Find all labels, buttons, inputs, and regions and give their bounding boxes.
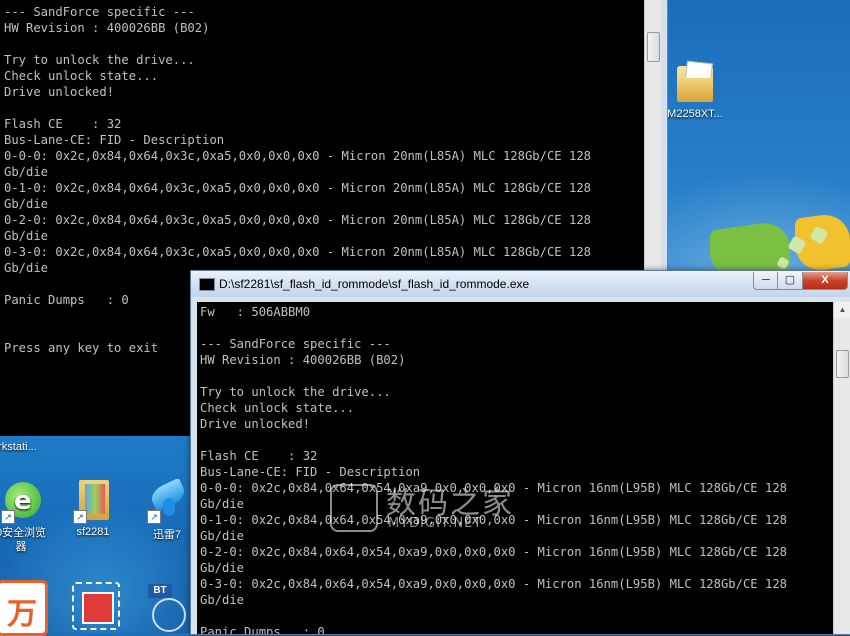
console-line: HW Revision : 400026BB (B02) (4, 21, 210, 35)
desktop-icon-m2258xt[interactable]: M2258XT... (660, 60, 730, 120)
console-line: Flash CE : 32 (200, 449, 318, 463)
close-button[interactable]: X (802, 272, 848, 290)
minimize-button[interactable]: ─ (753, 272, 779, 290)
folder-icon: ↗ (71, 478, 115, 524)
window-titlebar[interactable]: D:\sf2281\sf_flash_id_rommode\sf_flash_i… (191, 271, 850, 297)
console-line: Flash CE : 32 (4, 117, 122, 131)
console-output: Fw : 506ABBM0 --- SandForce specific ---… (197, 302, 833, 634)
shortcut-arrow-icon: ↗ (1, 510, 15, 524)
scrollbar-thumb[interactable] (647, 32, 660, 62)
console-line: --- SandForce specific --- (200, 337, 391, 351)
console-line: Gb/die (4, 197, 49, 211)
desktop-icon-sf2281[interactable]: ↗ sf2281 (58, 478, 128, 538)
desktop-icon-workstation[interactable]: orkstati... (0, 441, 52, 453)
console-line: HW Revision : 400026BB (B02) (200, 353, 406, 367)
console-line: 0-2-0: 0x2c,0x84,0x64,0x54,0xa9,0x0,0x0,… (200, 545, 787, 559)
app-tile-icon[interactable]: 万 (0, 580, 48, 636)
console-line: 0-2-0: 0x2c,0x84,0x64,0x3c,0xa5,0x0,0x0,… (4, 213, 591, 227)
console-line: Fw : 506ABBM0 (200, 305, 311, 319)
desktop-icon-label: 0安全浏览 器 (0, 527, 47, 553)
scroll-up-arrow-icon[interactable]: ▲ (834, 302, 850, 318)
chip-icon[interactable] (72, 582, 120, 630)
console-line: Drive unlocked! (4, 85, 115, 99)
maximize-button[interactable]: ▢ (777, 272, 803, 290)
window-title: D:\sf2281\sf_flash_id_rommode\sf_flash_i… (219, 277, 530, 291)
console-line: Try to unlock the drive... (4, 53, 195, 67)
console-line: Check unlock state... (4, 69, 159, 83)
watermark-site: MYDIGIT.NET (388, 516, 483, 531)
console-line: 0-3-0: 0x2c,0x84,0x64,0x54,0xa9,0x0,0x0,… (200, 577, 787, 591)
console-line: Bus-Lane-CE: FID - Description (4, 133, 225, 147)
watermark-logo: 数码之家 MYDIGIT.NET (330, 478, 530, 538)
console-line: Gb/die (4, 165, 49, 179)
console-line: Gb/die (4, 229, 49, 243)
console-scrollbar[interactable]: ▲ (833, 302, 850, 634)
desktop-icon-label: orkstati... (0, 441, 37, 453)
shortcut-arrow-icon: ↗ (147, 510, 161, 524)
console-line: 0-1-0: 0x2c,0x84,0x64,0x3c,0xa5,0x0,0x0,… (4, 181, 591, 195)
shortcut-arrow-icon: ↗ (73, 510, 87, 524)
desktop-icon-360-browser[interactable]: e ↗ 0安全浏览 器 (0, 478, 56, 554)
console-line: Check unlock state... (200, 401, 355, 415)
console-line: --- SandForce specific --- (4, 5, 195, 19)
bt-globe-icon[interactable]: BT (146, 584, 188, 632)
console-line: Drive unlocked! (200, 417, 311, 431)
console-app-icon (199, 278, 215, 291)
bird-icon: ↗ (145, 477, 189, 524)
console-line: 0-0-0: 0x2c,0x84,0x64,0x3c,0xa5,0x0,0x0,… (4, 149, 591, 163)
console-line: 0-3-0: 0x2c,0x84,0x64,0x3c,0xa5,0x0,0x0,… (4, 245, 591, 259)
desktop-icon-label: sf2281 (76, 526, 110, 538)
back-window-frame (661, 0, 668, 270)
console-line: Gb/die (200, 593, 245, 607)
browser-e-icon: e ↗ (0, 478, 43, 524)
console-line: Gb/die (200, 561, 245, 575)
folder-icon (673, 60, 717, 104)
console-line: Try to unlock the drive... (200, 385, 391, 399)
watermark-icon (330, 484, 378, 532)
desktop-icon-label: M2258XT... (667, 108, 723, 120)
scrollbar-thumb[interactable] (836, 350, 849, 378)
console-window[interactable]: D:\sf2281\sf_flash_id_rommode\sf_flash_i… (190, 270, 850, 635)
